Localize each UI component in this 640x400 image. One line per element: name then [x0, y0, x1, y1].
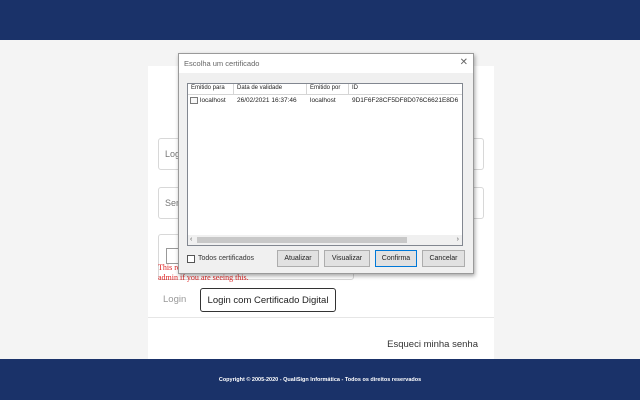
horizontal-scrollbar[interactable]: ‹ › [188, 235, 462, 245]
top-header-bar [0, 0, 640, 40]
all-certificates-label: Todos certificados [198, 255, 255, 262]
certificate-icon [190, 97, 198, 104]
scroll-right-icon[interactable]: › [457, 235, 459, 245]
footer: Copyright © 2005-2020 - QualiSign Inform… [0, 359, 640, 400]
column-separator [233, 84, 234, 94]
all-certificates-checkbox[interactable] [187, 255, 195, 263]
card-divider [148, 317, 494, 318]
certificate-list[interactable]: Emitido para Data de validade Emitido po… [187, 83, 463, 246]
footer-copyright: Copyright © 2005-2020 - QualiSign Inform… [218, 376, 422, 383]
scroll-left-icon[interactable]: ‹ [190, 235, 192, 245]
cell-id: 9D1F6F28CF5DF8D076C6621E8D6 [352, 97, 459, 104]
column-issued-to[interactable]: Emitido para [191, 85, 225, 91]
column-id[interactable]: ID [352, 85, 358, 91]
column-separator [348, 84, 349, 94]
list-header: Emitido para Data de validade Emitido po… [188, 84, 462, 95]
cell-issued-by: localhost [310, 97, 336, 104]
cancel-button[interactable]: Cancelar [422, 250, 465, 267]
cell-issued-to: localhost [200, 97, 226, 104]
close-icon[interactable]: ✕ [460, 57, 468, 69]
certificate-dialog: Escolha um certificado ✕ Emitido para Da… [178, 53, 474, 274]
column-separator [306, 84, 307, 94]
dialog-title: Escolha um certificado [184, 59, 260, 68]
refresh-button[interactable]: Atualizar [277, 250, 319, 267]
forgot-password-link[interactable]: Esqueci minha senha [387, 339, 478, 350]
tab-login[interactable]: Login [163, 294, 186, 305]
column-valid-until[interactable]: Data de validade [237, 85, 282, 91]
view-button[interactable]: Visualizar [324, 250, 370, 267]
certificate-row[interactable]: localhost 26/02/2021 16:37:46 localhost … [188, 95, 462, 106]
dialog-titlebar: Escolha um certificado ✕ [179, 54, 473, 73]
scrollbar-thumb[interactable] [197, 237, 407, 243]
tab-certificate-login[interactable]: Login com Certificado Digital [200, 288, 336, 312]
cell-valid-until: 26/02/2021 16:37:46 [237, 97, 297, 104]
column-issued-by[interactable]: Emitido por [310, 85, 340, 91]
confirm-button[interactable]: Confirma [375, 250, 417, 267]
